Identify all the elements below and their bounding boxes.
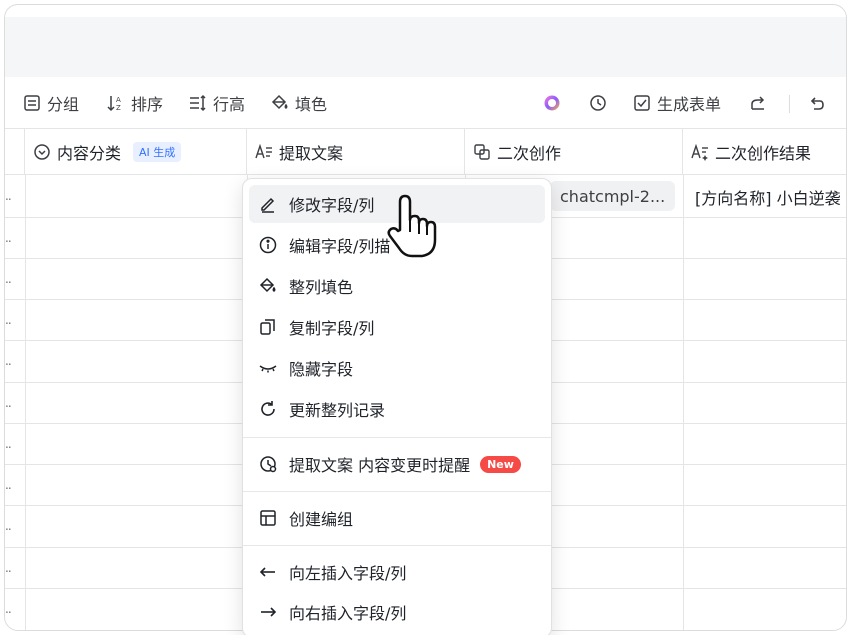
undo-icon: [810, 97, 824, 110]
group-icon: [24, 95, 40, 111]
copy-icon: [260, 319, 275, 335]
clock-reminder-icon: [260, 456, 277, 473]
eye-closed-icon: [259, 365, 277, 373]
row-ellipsis: ..: [5, 478, 12, 492]
form-check-icon: [634, 95, 650, 111]
sort-label: 排序: [131, 95, 164, 114]
menu-separator: [243, 491, 551, 492]
column-divider: [25, 175, 26, 630]
column-header-content-category[interactable]: 内容分类 AI 生成: [25, 129, 247, 175]
copy-field-icon: [474, 143, 490, 160]
top-bar: [5, 17, 846, 77]
menu-separator: [243, 545, 551, 546]
column-label: 提取文案: [279, 143, 344, 163]
ai-generated-badge: AI 生成: [133, 141, 182, 162]
group-label: 分组: [47, 95, 80, 114]
toolbar-divider: [789, 95, 790, 113]
column-divider: [683, 175, 684, 630]
svg-text:A: A: [116, 96, 121, 104]
pencil-icon: [261, 197, 275, 213]
arrow-right-icon: [261, 607, 277, 617]
column-label: 二次创作结果: [715, 143, 812, 163]
toolbar: 分组 AZ 排序 行高 填色 生成表单: [5, 77, 846, 129]
fill-label: 填色: [295, 95, 328, 114]
menu-label: 向右插入字段/列: [289, 604, 407, 623]
generate-form-button[interactable]: 生成表单: [633, 91, 721, 115]
row-ellipsis: ..: [5, 189, 12, 203]
row-height-button[interactable]: 行高: [189, 91, 245, 115]
menu-item-copy-field[interactable]: 复制字段/列: [249, 308, 545, 346]
menu-label: 向左插入字段/列: [289, 564, 407, 583]
row-height-label: 行高: [213, 95, 246, 114]
sort-button[interactable]: AZ 排序: [107, 91, 163, 115]
menu-item-refresh-records[interactable]: 更新整列记录: [249, 390, 545, 428]
menu-item-insert-left[interactable]: 向左插入字段/列: [249, 553, 545, 591]
row-ellipsis: ..: [5, 561, 12, 575]
row-ellipsis: ..: [5, 231, 12, 245]
new-badge: New: [480, 455, 521, 473]
sort-icon: AZ: [107, 96, 121, 112]
row-ellipsis: ..: [5, 354, 12, 368]
menu-item-change-reminder[interactable]: 提取文案 内容变更时提醒 New: [249, 445, 545, 483]
menu-item-create-group[interactable]: 创建编组: [249, 499, 545, 537]
menu-label: 整列填色: [289, 278, 354, 297]
menu-label: 更新整列记录: [289, 401, 386, 420]
undo-button[interactable]: [807, 91, 831, 115]
share-button[interactable]: [749, 91, 773, 115]
fill-button[interactable]: 填色: [271, 91, 327, 115]
row-ellipsis: ..: [5, 396, 12, 410]
layout-group-icon: [260, 510, 276, 526]
share-icon: [751, 96, 765, 110]
row-ellipsis: ..: [5, 272, 12, 286]
menu-label: 编辑字段/列描: [289, 237, 391, 256]
text-field-icon: [255, 143, 272, 158]
ai-text-field-icon: [691, 143, 708, 161]
column-header-extract-copy[interactable]: 提取文案: [247, 129, 465, 175]
row-number-header: [5, 129, 25, 175]
fill-bucket-icon: [259, 277, 276, 293]
menu-separator: [243, 437, 551, 438]
row-height-icon: [190, 94, 206, 112]
row-ellipsis: ..: [5, 313, 12, 327]
menu-item-hide-field[interactable]: 隐藏字段: [249, 349, 545, 387]
ai-orb-icon: [544, 95, 560, 111]
arrow-left-icon: [259, 567, 275, 577]
svg-text:Z: Z: [116, 104, 121, 112]
column-label: 内容分类: [57, 143, 122, 163]
row-ellipsis: ..: [5, 602, 12, 616]
result-cell-text[interactable]: [方向名称] 小白逆袭: [695, 185, 841, 209]
column-label: 二次创作: [497, 143, 562, 163]
ai-assistant-button[interactable]: [543, 91, 567, 115]
info-icon: [259, 236, 277, 254]
menu-label: 复制字段/列: [289, 319, 375, 338]
menu-item-fill-column[interactable]: 整列填色: [249, 267, 545, 305]
single-select-icon: [34, 143, 50, 160]
hand-pointer-cursor-icon: [387, 194, 437, 258]
menu-label: 创建编组: [289, 510, 354, 529]
row-ellipsis: ..: [5, 519, 12, 533]
refresh-icon: [261, 401, 275, 416]
reminder-button[interactable]: [589, 91, 613, 115]
column-header-secondary-creation[interactable]: 二次创作: [465, 129, 683, 175]
row-ellipsis: ..: [5, 437, 12, 451]
menu-item-insert-right[interactable]: 向右插入字段/列: [249, 593, 545, 631]
menu-label: 隐藏字段: [289, 360, 354, 379]
linked-record-chip[interactable]: chatcmpl-2...: [550, 181, 676, 211]
fill-bucket-icon: [271, 94, 288, 110]
group-button[interactable]: 分组: [23, 91, 79, 115]
column-header-secondary-result[interactable]: 二次创作结果: [683, 129, 846, 175]
clock-reminder-icon: [590, 95, 606, 111]
menu-label: 提取文案 内容变更时提醒: [289, 456, 471, 475]
menu-label: 修改字段/列: [289, 196, 375, 215]
generate-form-label: 生成表单: [657, 95, 722, 114]
